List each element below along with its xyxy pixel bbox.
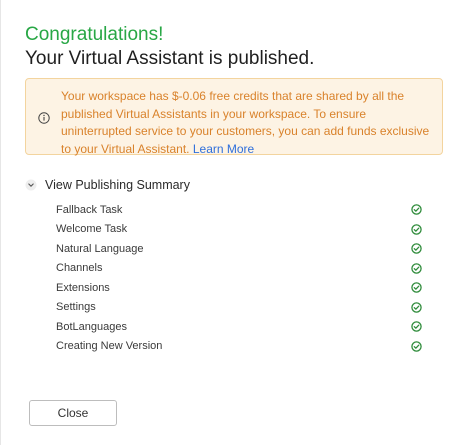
page-title: Your Virtual Assistant is published. [25,48,315,69]
check-circle-icon [411,224,422,235]
check-circle-icon [411,302,422,313]
chevron-down-icon [25,179,37,191]
check-circle-icon [411,263,422,274]
summary-item-label: BotLanguages [56,320,127,333]
check-circle-icon [411,282,422,293]
summary-item: Extensions [56,278,422,298]
publishing-summary-list: Fallback Task Welcome Task Natural Languag… [56,200,422,356]
summary-item: Fallback Task [56,200,422,220]
summary-item-label: Channels [56,262,103,275]
summary-item: Creating New Version [56,337,422,357]
summary-item-label: Welcome Task [56,223,128,236]
info-icon [38,111,50,124]
summary-item-label: Extensions [56,281,110,294]
summary-item: Welcome Task [56,220,422,240]
publish-success-dialog: Congratulations! Your Virtual Assistant … [0,0,464,445]
learn-more-link[interactable]: Learn More [193,142,254,156]
check-circle-icon [411,321,422,332]
summary-toggle-label: View Publishing Summary [45,178,190,192]
success-heading: Congratulations! [25,24,164,45]
summary-item: Channels [56,259,422,279]
summary-item-label: Creating New Version [56,340,163,353]
summary-item-label: Settings [56,301,96,314]
check-circle-icon [411,243,422,254]
view-publishing-summary-toggle[interactable]: View Publishing Summary [25,176,190,194]
summary-item-label: Natural Language [56,242,144,255]
summary-item: BotLanguages [56,317,422,337]
credits-warning-alert: Your workspace has $-0.06 free credits t… [25,78,443,158]
close-button[interactable]: Close [29,400,117,426]
summary-item: Natural Language [56,239,422,259]
alert-message: Your workspace has $-0.06 free credits t… [61,88,432,158]
summary-item: Settings [56,298,422,318]
check-circle-icon [411,341,422,352]
check-circle-icon [411,204,422,215]
summary-item-label: Fallback Task [56,203,123,216]
